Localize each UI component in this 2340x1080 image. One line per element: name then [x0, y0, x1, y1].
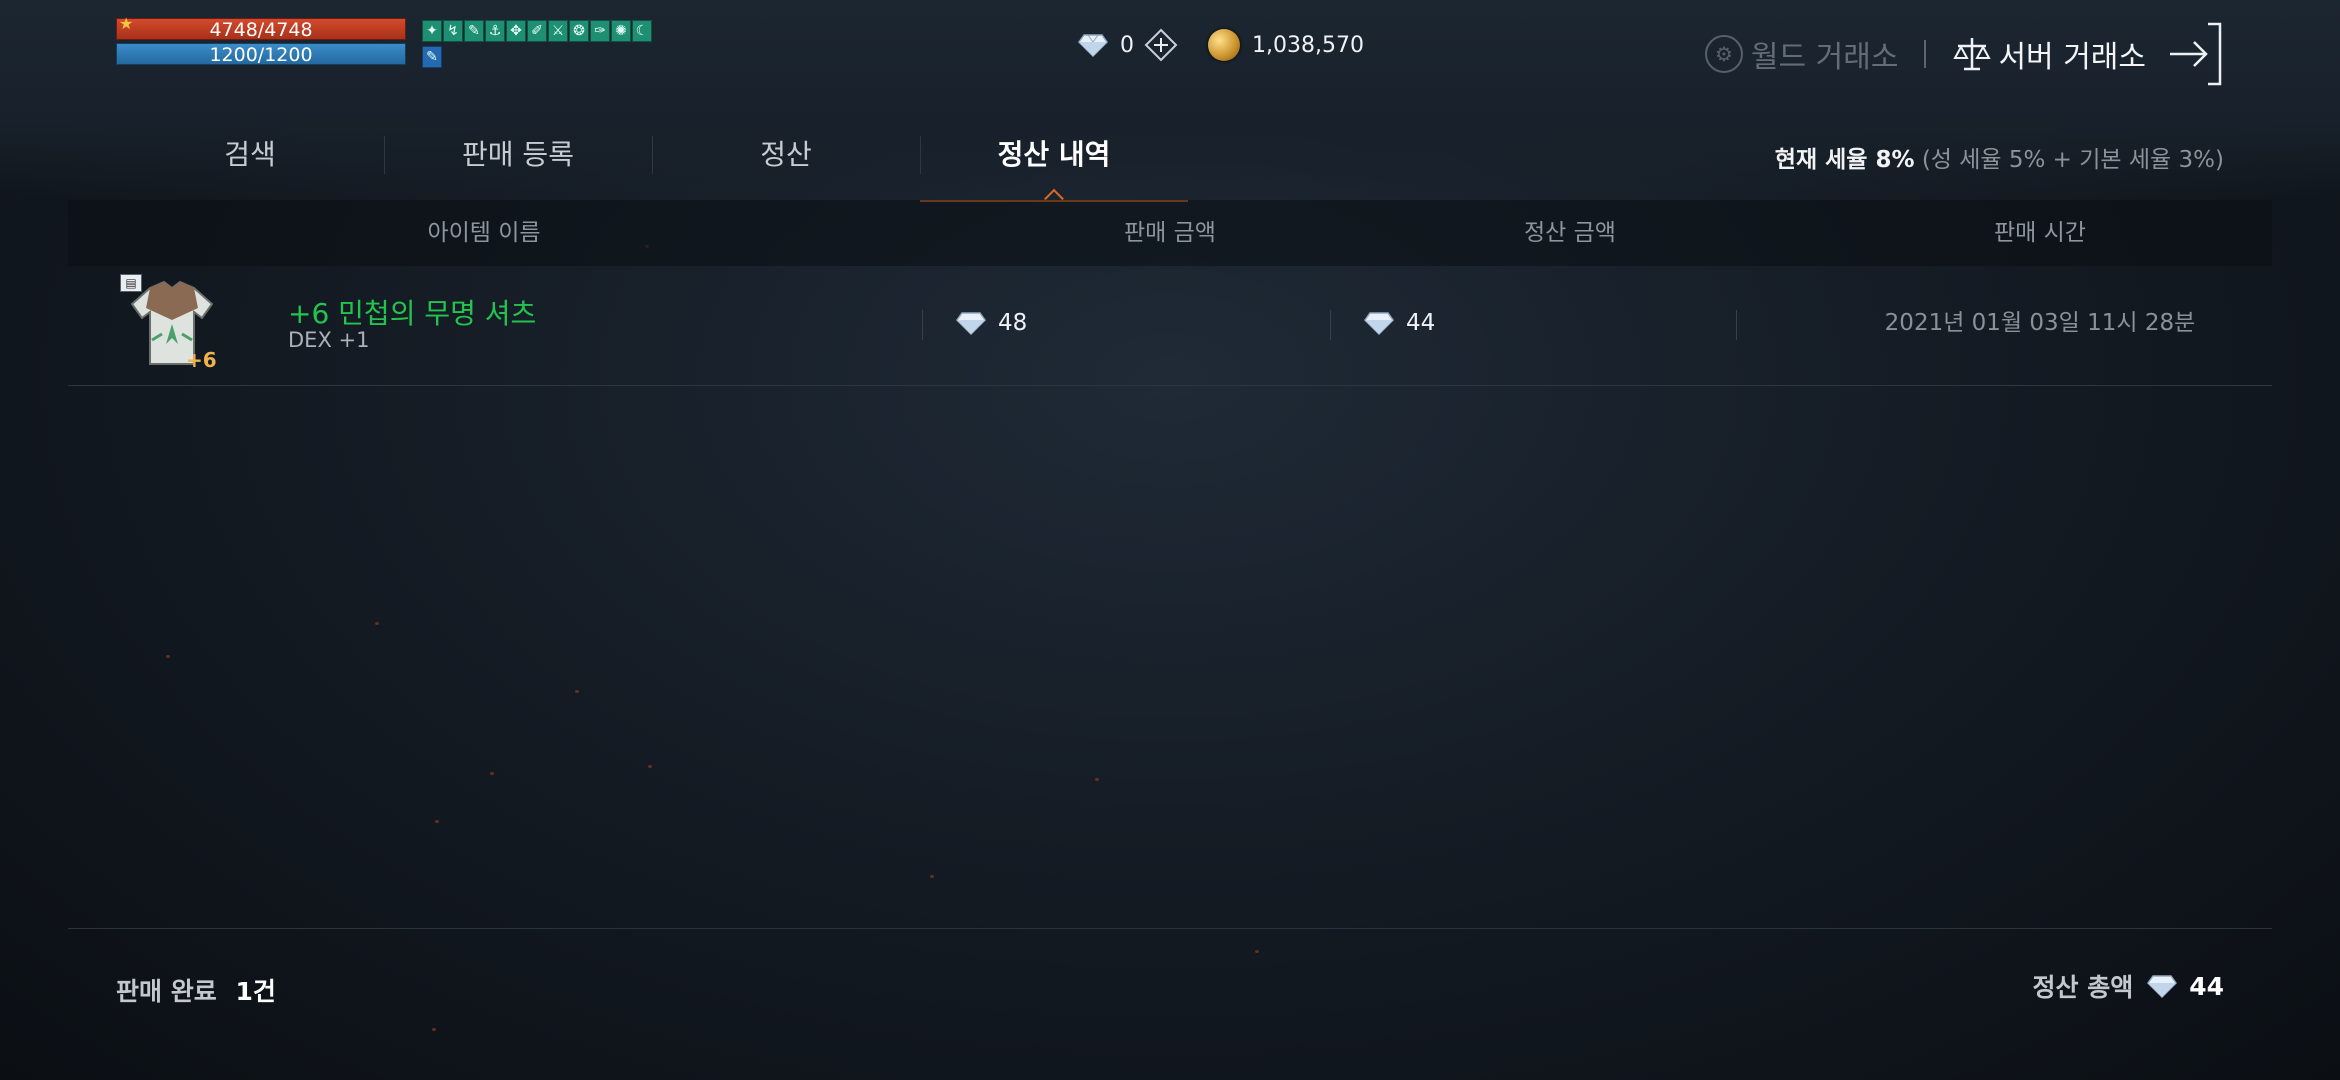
tab-label: 판매 등록	[462, 138, 574, 171]
world-icon: ⚙	[1704, 35, 1743, 73]
sale-price: 48	[956, 306, 1027, 340]
settlement-total-label: 정산 총액	[2032, 973, 2134, 1002]
buff-icon[interactable]: ⚔	[548, 20, 568, 42]
buff-list: ✦ ↯ ✎ ⚓ ✥ ✐ ⚔ ❂ ✑ ✺ ☾	[422, 20, 652, 42]
divider	[1924, 40, 1927, 68]
tax-info: 현재 세율 8% (성 세율 5% + 기본 세율 3%)	[1775, 140, 2224, 174]
sales-complete-label: 판매 완료	[116, 977, 217, 1006]
tab-label: 검색	[224, 138, 276, 171]
buff-icon[interactable]: ↯	[443, 20, 463, 42]
tax-detail: (성 세율 5% + 기본 세율 3%)	[1921, 147, 2224, 173]
player-status: ★ 4748/4748 1200/1200	[116, 14, 406, 66]
footer-divider	[68, 928, 2272, 929]
mp-text: 1200/1200	[209, 44, 313, 66]
buff-icon[interactable]: ✐	[527, 20, 547, 42]
diamond-icon	[1364, 311, 1394, 336]
sale-time: 2021년 01월 03일 11시 28분	[1884, 310, 2196, 336]
buff-icon[interactable]: ✎	[464, 20, 484, 42]
tab-bar: 검색 판매 등록 정산 정산 내역	[116, 130, 1188, 209]
hp-text: 4748/4748	[209, 19, 313, 41]
cell-divider	[1736, 310, 1737, 340]
tab-settlement-history[interactable]: 정산 내역	[920, 130, 1188, 209]
tab-label: 정산 내역	[997, 138, 1111, 171]
diamond-icon	[956, 311, 986, 336]
tab-settlement[interactable]: 정산	[652, 130, 920, 202]
buff-icon[interactable]: ✦	[422, 20, 442, 42]
exit-arrow-icon[interactable]	[2168, 22, 2224, 86]
settle-price: 44	[1364, 306, 1435, 340]
tab-search[interactable]: 검색	[116, 130, 384, 202]
diamond-amount: 0	[1120, 32, 1134, 58]
item-name: +6 민첩의 무명 셔츠	[288, 297, 537, 330]
settle-price-value: 44	[1406, 310, 1436, 336]
cell-divider	[922, 310, 923, 340]
tab-label: 정산	[760, 138, 812, 171]
sales-complete-count: 1건	[235, 977, 276, 1006]
server-exchange-tab[interactable]: 서버 거래소	[1998, 32, 2146, 76]
buff-icon[interactable]: ⚓	[485, 20, 505, 42]
sales-complete-summary: 판매 완료 1건	[116, 972, 276, 1008]
cell-divider	[1330, 310, 1331, 340]
buff-icon[interactable]: ✥	[506, 20, 526, 42]
settlement-total-amount: 44	[2189, 971, 2224, 1001]
sale-price-value: 48	[998, 310, 1028, 336]
table-header: 아이템 이름 판매 금액 정산 금액 판매 시간	[68, 200, 2272, 266]
buff-icon[interactable]: ✑	[590, 20, 610, 42]
diamond-icon	[2147, 974, 2178, 999]
buff-icon[interactable]: ☾	[632, 20, 652, 42]
add-diamond-button[interactable]	[1144, 28, 1178, 62]
header-sale-time: 판매 시간	[1994, 220, 2086, 246]
exchange-switch: ⚙ 월드 거래소 서버 거래소	[1704, 22, 2224, 86]
header-item-name: 아이템 이름	[427, 220, 541, 246]
enchant-level: +6	[186, 348, 217, 372]
header-settle-price: 정산 금액	[1524, 220, 1616, 246]
scale-icon	[1952, 34, 1992, 74]
adena-amount: 1,038,570	[1252, 32, 1364, 58]
table-row[interactable]: ▤ +6 +6 민첩의 무명 셔츠 DEX +1 48 44 2021년 01월…	[68, 266, 2272, 386]
hp-bar: ★ 4748/4748	[116, 14, 406, 41]
tab-register-sale[interactable]: 판매 등록	[384, 130, 652, 202]
current-tax-rate: 현재 세율 8%	[1774, 147, 1915, 173]
buff-icon[interactable]: ❂	[569, 20, 589, 42]
buff-icon[interactable]: ✺	[611, 20, 631, 42]
diamond-icon	[1078, 33, 1108, 58]
settlement-total: 정산 총액 44	[2032, 968, 2224, 1004]
item-option: DEX +1	[288, 328, 370, 352]
currency-bar: 0 1,038,570	[1078, 28, 1364, 62]
book-icon: ▤	[120, 274, 142, 292]
buff-icon[interactable]: ✎	[422, 46, 442, 68]
gold-coin-icon	[1208, 29, 1240, 61]
level-star-icon: ★	[119, 14, 134, 33]
mp-bar: 1200/1200	[116, 43, 406, 66]
world-exchange-tab[interactable]: 월드 거래소	[1751, 32, 1899, 76]
